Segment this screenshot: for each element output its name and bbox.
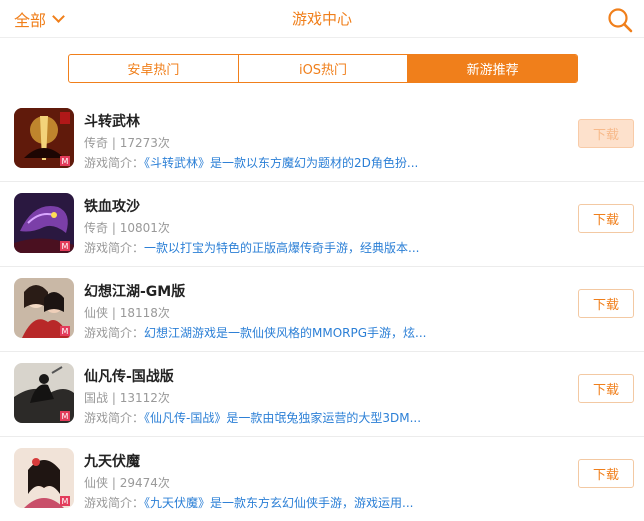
search-icon[interactable]: [606, 6, 634, 34]
game-list: M 斗转武林 传奇 | 17273次 游戏简介：《斗转武林》是一款以东方魔幻为题…: [0, 97, 644, 521]
tab-new-games[interactable]: 新游推荐: [408, 55, 577, 82]
game-meta: 仙侠 | 29474次: [84, 476, 170, 490]
game-icon[interactable]: M: [14, 278, 74, 338]
game-genre: 传奇: [84, 136, 109, 150]
list-item: M 幻想江湖-GM版 仙侠 | 18118次 游戏简介：幻想江湖游戏是一款仙侠风…: [0, 267, 644, 352]
svg-text:M: M: [62, 412, 69, 421]
game-icon[interactable]: M: [14, 363, 74, 423]
description-text[interactable]: 幻想江湖游戏是一款仙侠风格的MMORPG手游，炫...: [144, 326, 426, 340]
game-name: 九天伏魔: [84, 454, 140, 470]
description-label: 游戏简介：: [84, 496, 145, 510]
description-label: 游戏简介：: [84, 326, 145, 340]
game-icon[interactable]: M: [14, 108, 74, 168]
svg-text:M: M: [62, 157, 69, 166]
game-description: 游戏简介：《九天伏魔》是一款东方玄幻仙侠手游，游戏运用...: [84, 494, 504, 511]
description-text[interactable]: 《仙凡传-国战》是一款由氓兔独家运营的大型3DM...: [144, 411, 421, 425]
description-text[interactable]: 《斗转武林》是一款以东方魔幻为题材的2D角色扮...: [144, 156, 418, 170]
download-button[interactable]: 下载: [578, 204, 634, 233]
description-text[interactable]: 《九天伏魔》是一款东方玄幻仙侠手游，游戏运用...: [144, 496, 413, 510]
game-meta: 国战 | 13112次: [84, 391, 170, 405]
download-button[interactable]: 下载: [578, 374, 634, 403]
game-description: 游戏简介：一款以打宝为特色的正版高爆传奇手游，经典版本...: [84, 239, 504, 256]
list-item: M 铁血攻沙 传奇 | 10801次 游戏简介：一款以打宝为特色的正版高爆传奇手…: [0, 182, 644, 267]
tab-label: 新游推荐: [466, 63, 519, 78]
list-item: M 九天伏魔 仙侠 | 29474次 游戏简介：《九天伏魔》是一款东方玄幻仙侠手…: [0, 437, 644, 521]
game-icon[interactable]: M: [14, 193, 74, 253]
svg-text:M: M: [62, 327, 69, 336]
page-title: 游戏中心: [291, 10, 352, 28]
game-icon[interactable]: M: [14, 448, 74, 508]
svg-text:M: M: [62, 497, 69, 506]
game-meta: 传奇 | 17273次: [84, 136, 170, 150]
list-item: M 斗转武林 传奇 | 17273次 游戏简介：《斗转武林》是一款以东方魔幻为题…: [0, 97, 644, 182]
game-name: 仙凡传-国战版: [84, 369, 174, 385]
game-genre: 国战: [84, 391, 109, 405]
download-count: 29474次: [119, 476, 170, 490]
game-description: 游戏简介：《斗转武林》是一款以东方魔幻为题材的2D角色扮...: [84, 154, 504, 171]
game-description: 游戏简介：幻想江湖游戏是一款仙侠风格的MMORPG手游，炫...: [84, 324, 504, 341]
download-button[interactable]: 下载: [578, 289, 634, 318]
header-bar: 全部 游戏中心: [0, 0, 644, 38]
description-label: 游戏简介：: [84, 241, 145, 255]
tab-label: 安卓热门: [127, 63, 180, 78]
tab-android-hot[interactable]: 安卓热门: [69, 55, 239, 82]
game-description: 游戏简介：《仙凡传-国战》是一款由氓兔独家运营的大型3DM...: [84, 409, 504, 426]
download-count: 18118次: [119, 306, 170, 320]
tab-label: iOS热门: [298, 63, 348, 78]
list-item: M 仙凡传-国战版 国战 | 13112次 游戏简介：《仙凡传-国战》是一款由氓…: [0, 352, 644, 437]
game-meta: 仙侠 | 18118次: [84, 306, 170, 320]
svg-text:M: M: [62, 242, 69, 251]
game-genre: 仙侠: [84, 476, 109, 490]
tab-bar: 安卓热门 iOS热门 新游推荐: [68, 54, 578, 83]
description-text[interactable]: 一款以打宝为特色的正版高爆传奇手游，经典版本...: [144, 241, 419, 255]
game-genre: 传奇: [84, 221, 109, 235]
game-name: 铁血攻沙: [84, 199, 140, 215]
description-label: 游戏简介：: [84, 156, 145, 170]
game-name: 斗转武林: [84, 114, 140, 130]
download-count: 13112次: [119, 391, 170, 405]
game-name: 幻想江湖-GM版: [84, 284, 186, 300]
download-button[interactable]: 下载: [578, 119, 634, 148]
game-genre: 仙侠: [84, 306, 109, 320]
game-meta: 传奇 | 10801次: [84, 221, 170, 235]
download-count: 10801次: [119, 221, 170, 235]
download-count: 17273次: [119, 136, 170, 150]
tab-ios-hot[interactable]: iOS热门: [239, 55, 409, 82]
download-button[interactable]: 下载: [578, 459, 634, 488]
description-label: 游戏简介：: [84, 411, 145, 425]
